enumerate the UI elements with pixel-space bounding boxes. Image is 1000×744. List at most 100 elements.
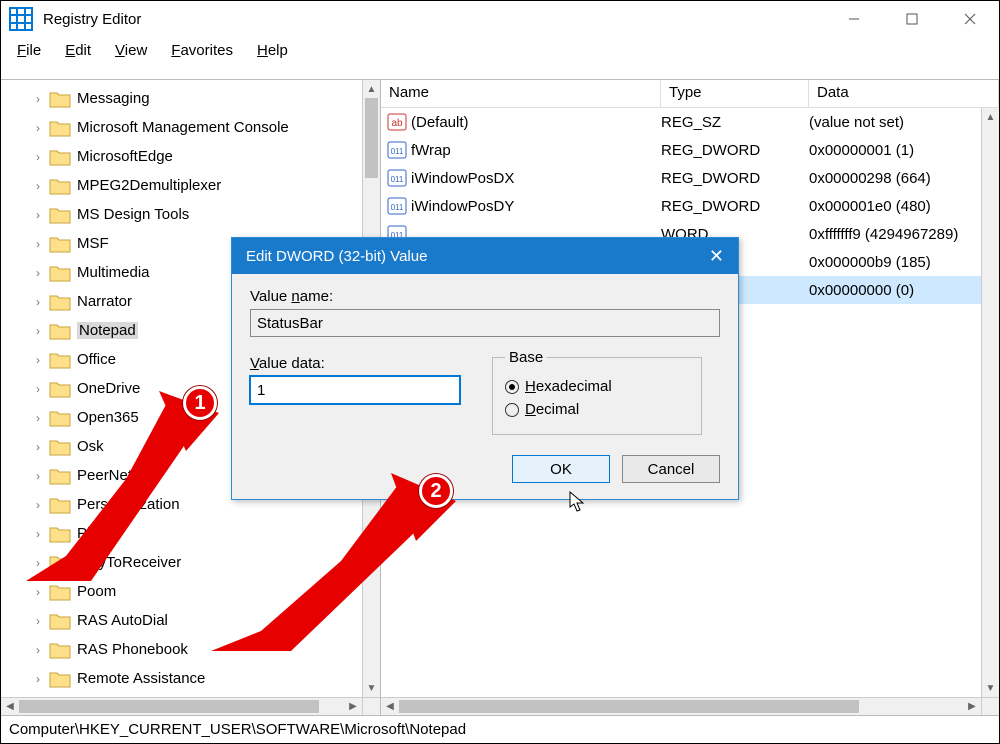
list-row[interactable]: 011fWrapREG_DWORD0x00000001 (1) [381,136,981,164]
maximize-button[interactable] [883,1,941,37]
expand-icon[interactable]: › [31,179,45,193]
value-data-cell: 0x00000001 (1) [809,142,981,159]
value-data-cell: 0x00000298 (664) [809,170,981,187]
expand-icon[interactable]: › [31,614,45,628]
ok-button[interactable]: OK [512,455,610,483]
value-name-label: Value name: [250,288,720,305]
minimize-button[interactable] [825,1,883,37]
menu-file[interactable]: File [5,40,53,61]
folder-icon [49,467,71,485]
window-title: Registry Editor [43,11,141,28]
edit-dword-dialog: Edit DWORD (32-bit) Value ✕ Value name: … [231,237,739,500]
folder-icon [49,409,71,427]
tree-item[interactable]: ›Messaging [1,84,362,113]
tree-item[interactable]: ›Microsoft Management Console [1,113,362,142]
folder-icon [49,438,71,456]
expand-icon[interactable]: › [31,150,45,164]
dialog-title: Edit DWORD (32-bit) Value [246,248,427,265]
expand-icon[interactable]: › [31,411,45,425]
list-horizontal-scrollbar[interactable]: ◀ ▶ [381,697,981,715]
tree-horizontal-scrollbar[interactable]: ◀ ▶ [1,697,362,715]
expand-icon[interactable]: › [31,672,45,686]
expand-icon[interactable]: › [31,324,45,338]
tree-item-label: Narrator [77,293,132,310]
expand-icon[interactable]: › [31,121,45,135]
folder-icon [49,554,71,572]
tree-item-label: PlayToReceiver [77,554,181,571]
tree-item-label: Remote Assistance [77,670,205,687]
tree-item-label: Office [77,351,116,368]
list-row[interactable]: ab(Default)REG_SZ(value not set) [381,108,981,136]
value-data-cell: (value not set) [809,114,981,131]
tree-item-label: OneDrive [77,380,140,397]
column-data[interactable]: Data [809,80,999,107]
expand-icon[interactable]: › [31,237,45,251]
tree-item-label: PeerNet [77,467,132,484]
expand-icon[interactable]: › [31,208,45,222]
titlebar: Registry Editor [1,1,999,37]
folder-icon [49,322,71,340]
radio-decimal[interactable]: Decimal [505,401,689,418]
tree-item-label: Open365 [77,409,139,426]
expand-icon[interactable]: › [31,469,45,483]
tree-item-label: MicrosoftEdge [77,148,173,165]
expand-icon[interactable]: › [31,585,45,599]
tree-item[interactable]: › PlayToReceiver [1,548,362,577]
dialog-titlebar[interactable]: Edit DWORD (32-bit) Value ✕ [232,238,738,274]
tree-item-label: Notepad [77,322,138,339]
svg-text:011: 011 [391,203,404,212]
mouse-cursor-icon [569,491,585,513]
expand-icon[interactable]: › [31,92,45,106]
value-name-input[interactable] [250,309,720,337]
list-vertical-scrollbar[interactable]: ▲ ▼ [981,108,999,697]
value-type-icon: 011 [387,141,407,159]
folder-icon [49,351,71,369]
expand-icon[interactable]: › [31,643,45,657]
expand-icon[interactable]: › [31,266,45,280]
value-data-cell: 0x000000b9 (185) [809,254,981,271]
value-data-input[interactable] [250,376,460,404]
list-row[interactable]: 011iWindowPosDYREG_DWORD0x000001e0 (480) [381,192,981,220]
column-name[interactable]: Name [381,80,661,107]
close-button[interactable] [941,1,999,37]
tree-item[interactable]: ›Poom [1,577,362,606]
tree-item[interactable]: ›RAS AutoDial [1,606,362,635]
folder-icon [49,525,71,543]
expand-icon[interactable]: › [31,527,45,541]
value-data-cell: 0xfffffff9 (4294967289) [809,226,981,243]
tree-item[interactable]: ›Phone [1,519,362,548]
list-header[interactable]: Name Type Data [381,80,999,108]
menu-help[interactable]: Help [245,40,300,61]
column-type[interactable]: Type [661,80,809,107]
tree-item[interactable]: › MicrosoftEdge [1,142,362,171]
list-row[interactable]: 011iWindowPosDXREG_DWORD0x00000298 (664) [381,164,981,192]
window-controls [825,1,999,37]
value-data-label: Value data: [250,355,460,372]
tree-item[interactable]: ›MPEG2Demultiplexer [1,171,362,200]
expand-icon[interactable]: › [31,440,45,454]
expand-icon[interactable]: › [31,353,45,367]
folder-icon [49,380,71,398]
expand-icon[interactable]: › [31,556,45,570]
value-name-cell: (Default) [411,114,661,131]
folder-icon [49,148,71,166]
tree-item-label: Multimedia [77,264,150,281]
menu-edit[interactable]: Edit [53,40,103,61]
folder-icon [49,177,71,195]
cancel-button[interactable]: Cancel [622,455,720,483]
value-name-cell: iWindowPosDX [411,170,661,187]
expand-icon[interactable]: › [31,498,45,512]
expand-icon[interactable]: › [31,382,45,396]
tree-item[interactable]: › MS Design Tools [1,200,362,229]
tree-item-label: Osk [77,438,104,455]
folder-icon [49,641,71,659]
menu-view[interactable]: View [103,40,159,61]
radio-hexadecimal[interactable]: Hexadecimal [505,378,689,395]
folder-icon [49,293,71,311]
menu-favorites[interactable]: Favorites [159,40,245,61]
dialog-close-icon[interactable]: ✕ [709,246,724,267]
tree-item-label: MS Design Tools [77,206,189,223]
expand-icon[interactable]: › [31,295,45,309]
tree-item[interactable]: ›RAS Phonebook [1,635,362,664]
tree-item[interactable]: › Remote Assistance [1,664,362,693]
